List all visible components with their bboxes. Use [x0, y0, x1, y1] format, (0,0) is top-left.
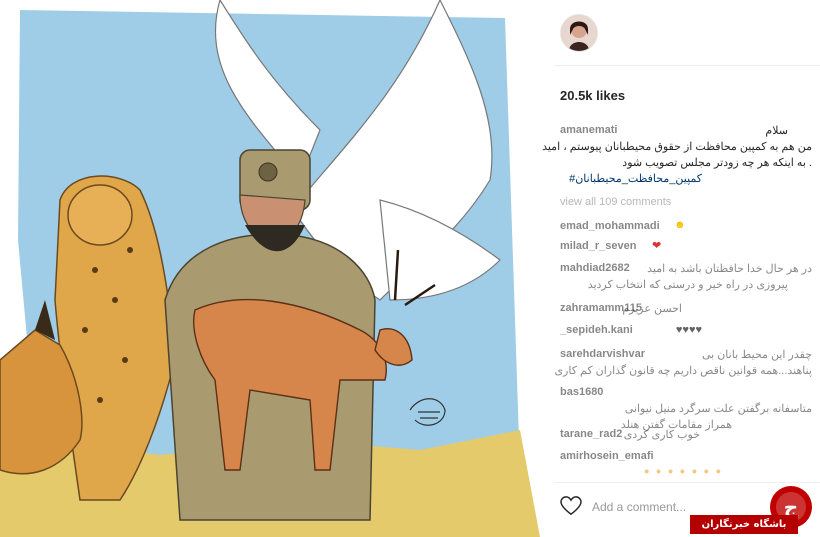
- watermark-banner: باشگاه خبرنگاران: [690, 515, 798, 534]
- comment-row-cont: متاسفانه برگفتن علت سرگرد منیل نیوانی: [560, 402, 812, 416]
- comment-row: milad_r_seven ❤: [560, 240, 812, 254]
- comment-row: zahramamm115 احسن عزیزم: [560, 302, 812, 316]
- comment-username[interactable]: milad_r_seven: [560, 240, 636, 252]
- likes-count[interactable]: 20.5k likes: [560, 88, 625, 103]
- comment-username[interactable]: mahdiad2682: [560, 262, 630, 274]
- caption-line: سلام: [765, 125, 788, 137]
- comment-username[interactable]: amirhosein_emafi: [560, 450, 654, 462]
- comment-row: tarane_rad2 خوب کاری کردی: [560, 428, 812, 442]
- comment-row-cont: پناهند...همه قوانین ناقص داریم چه قانون …: [554, 364, 812, 378]
- comment-row: sarehdarvishvar چقدر این محیط بانان بی: [560, 348, 812, 362]
- like-heart-icon[interactable]: [560, 496, 582, 520]
- comment-text: احسن عزیزم: [622, 303, 682, 315]
- comment-row: mahdiad2682 در هر حال خدا حافظتان باشد ب…: [560, 262, 812, 276]
- comment-row-cont: پیروزی در راه خیر و درستی که انتخاب کردی…: [560, 278, 812, 292]
- comment-row: bas1680: [560, 386, 812, 400]
- view-all-comments-link[interactable]: view all 109 comments: [560, 196, 671, 208]
- footer-divider: [554, 482, 820, 483]
- heart-emoji-icon: ❤: [652, 240, 662, 252]
- comment-text: متاسفانه برگفتن علت سرگرد منیل نیوانی: [624, 403, 812, 415]
- add-comment-input[interactable]: [590, 497, 724, 517]
- comment-text: پناهند...همه قوانین ناقص داریم چه قانون …: [554, 365, 812, 377]
- comment-row: _sepideh.kani ♥♥♥♥: [560, 324, 812, 338]
- post-image[interactable]: [0, 0, 540, 537]
- profile-photo-icon: [561, 15, 597, 51]
- emoji-icon: ● ● ● ● ● ● ●: [644, 466, 724, 476]
- comment-username[interactable]: bas1680: [560, 386, 603, 398]
- comment-username[interactable]: emad_mohammadi: [560, 220, 660, 232]
- ranger-illustration: [0, 0, 540, 537]
- caption-line: . به اینکه هر چه زودتر مجلس تصویب شود: [622, 157, 812, 169]
- comment-row: emad_mohammadi ☻: [560, 219, 812, 234]
- comment-username[interactable]: sarehdarvishvar: [560, 348, 645, 360]
- comment-text: پیروزی در راه خیر و درستی که انتخاب کردی…: [587, 279, 788, 291]
- comment-text: در هر حال خدا حافظتان باشد به امید: [647, 263, 812, 275]
- caption-line: من هم به کمپین محافظت از حقوق محیطبانان …: [542, 141, 812, 153]
- comment-username[interactable]: tarane_rad2: [560, 428, 622, 440]
- emoji-icon: ☻: [674, 219, 686, 231]
- comment-text: چقدر این محیط بانان بی: [701, 349, 812, 361]
- emoji-row: ● ● ● ● ● ● ●: [560, 466, 812, 482]
- caption-username[interactable]: amanemati: [560, 124, 617, 136]
- caption-hashtags[interactable]: کمپین_محافظت_محیطبانان#: [569, 172, 702, 185]
- comment-row: amirhosein_emafi: [560, 450, 812, 464]
- avatar[interactable]: [560, 14, 598, 52]
- header-divider: [554, 65, 820, 66]
- comment-text: ♥♥♥♥: [675, 324, 702, 336]
- comment-text: خوب کاری کردی: [623, 429, 700, 441]
- comment-username[interactable]: _sepideh.kani: [560, 324, 633, 336]
